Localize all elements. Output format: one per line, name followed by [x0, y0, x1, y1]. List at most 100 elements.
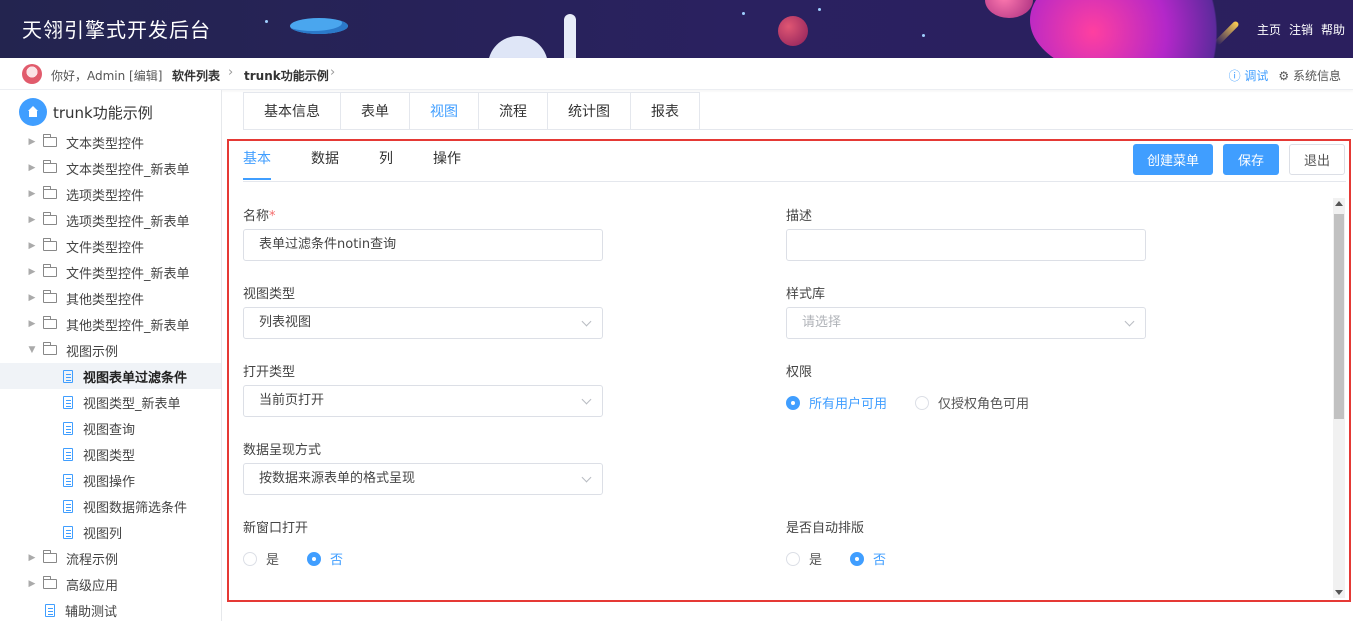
vertical-scrollbar[interactable]: [1333, 198, 1345, 598]
caret-down-icon[interactable]: ▼: [27, 345, 37, 355]
caret-right-icon[interactable]: ▶: [27, 319, 37, 329]
star-decoration: [922, 34, 925, 37]
tab-statistics[interactable]: 统计图: [547, 92, 630, 130]
sidebar-item[interactable]: 视图列: [0, 519, 221, 545]
document-icon: [63, 369, 73, 383]
home-link[interactable]: 主页: [1257, 21, 1281, 38]
folder-open-icon: [43, 342, 57, 355]
sidebar-item[interactable]: ▼ 视图示例: [0, 337, 221, 363]
user-greeting[interactable]: 你好，Admin [编辑]: [51, 67, 162, 84]
sidebar-item[interactable]: 视图查询: [0, 415, 221, 441]
tab-view[interactable]: 视图: [409, 92, 478, 130]
name-input[interactable]: 表单过滤条件notin查询: [243, 229, 603, 261]
sidebar-item[interactable]: ▶ 文本类型控件: [0, 129, 221, 155]
sidebar-item[interactable]: 辅助测试: [0, 597, 221, 621]
open-type-select[interactable]: 当前页打开: [243, 385, 603, 417]
planet-decoration: [985, 0, 1033, 18]
create-menu-button[interactable]: 创建菜单: [1133, 144, 1213, 175]
sidebar-item[interactable]: ▶ 文件类型控件_新表单: [0, 259, 221, 285]
planet-decoration: [778, 16, 808, 46]
caret-right-icon[interactable]: ▶: [27, 137, 37, 147]
sidebar-item-label: 选项类型控件: [66, 188, 145, 204]
presentation-label: 数据呈现方式: [243, 443, 322, 458]
tab-form[interactable]: 表单: [340, 92, 409, 130]
sidebar-item[interactable]: ▶ 其他类型控件_新表单: [0, 311, 221, 337]
document-icon: [63, 421, 73, 435]
presentation-select[interactable]: 按数据来源表单的格式呈现: [243, 463, 603, 495]
sidebar-item[interactable]: 视图数据筛选条件: [0, 493, 221, 519]
breadcrumb-bar: 你好，Admin [编辑] 软件列表 › trunk功能示例 › ⓘ 调试 ⚙ …: [0, 58, 1353, 90]
caret-right-icon[interactable]: ▶: [27, 163, 37, 173]
right-tools: ⓘ 调试 ⚙ 系统信息: [1229, 67, 1341, 84]
scrollbar-thumb[interactable]: [1334, 214, 1344, 419]
help-link[interactable]: 帮助: [1321, 21, 1345, 38]
caret-right-icon[interactable]: ▶: [27, 579, 37, 589]
avatar[interactable]: [22, 64, 42, 84]
caret-right-icon[interactable]: ▶: [27, 215, 37, 225]
lighthouse-decoration: [564, 14, 576, 58]
folder-icon: [43, 238, 57, 251]
blimp-decoration: [290, 18, 348, 34]
sidebar-item[interactable]: ▶ 选项类型控件: [0, 181, 221, 207]
document-icon: [63, 473, 73, 487]
style-library-select[interactable]: 请选择: [786, 307, 1146, 339]
tree-root[interactable]: trunk功能示例: [19, 98, 153, 126]
document-icon: [63, 395, 73, 409]
permission-authorized-roles-radio[interactable]: 仅授权角色可用: [915, 393, 1029, 412]
tab-report[interactable]: 报表: [630, 92, 700, 130]
subtab-data[interactable]: 数据: [311, 141, 339, 180]
breadcrumb-current[interactable]: trunk功能示例: [244, 67, 329, 84]
sidebar-item[interactable]: 视图类型_新表单: [0, 389, 221, 415]
sidebar-item[interactable]: ▶ 选项类型控件_新表单: [0, 207, 221, 233]
sidebar-item[interactable]: ▶ 文件类型控件: [0, 233, 221, 259]
caret-right-icon[interactable]: ▶: [27, 267, 37, 277]
auto-layout-no-radio[interactable]: 否: [850, 549, 886, 568]
sidebar-item[interactable]: ▶ 高级应用: [0, 571, 221, 597]
tab-basic-info[interactable]: 基本信息: [243, 92, 340, 130]
view-type-select[interactable]: 列表视图: [243, 307, 603, 339]
sidebar-item-label: 高级应用: [66, 578, 119, 594]
sidebar-item[interactable]: 视图表单过滤条件: [0, 363, 221, 389]
sidebar-item[interactable]: ▶ 其他类型控件: [0, 285, 221, 311]
save-button[interactable]: 保存: [1223, 144, 1279, 175]
new-window-no-radio[interactable]: 否: [307, 549, 343, 568]
caret-right-icon[interactable]: ▶: [27, 553, 37, 563]
caret-right-icon[interactable]: ▶: [27, 189, 37, 199]
description-label: 描述: [786, 209, 813, 224]
exit-button[interactable]: 退出: [1289, 144, 1345, 175]
logout-link[interactable]: 注销: [1289, 21, 1313, 38]
subtab-columns[interactable]: 列: [379, 141, 393, 180]
caret-right-icon[interactable]: ▶: [27, 241, 37, 251]
module-tabs: 基本信息 表单 视图 流程 统计图 报表: [243, 92, 700, 130]
description-input[interactable]: [786, 229, 1146, 261]
chevron-down-icon: [581, 394, 592, 405]
scroll-up-icon[interactable]: [1335, 201, 1343, 206]
sidebar-item-label: 文件类型控件: [66, 240, 145, 256]
new-window-radio-group: 是 否: [243, 549, 371, 568]
folder-icon: [43, 186, 57, 199]
sub-tabs: 基本 数据 列 操作: [243, 141, 501, 182]
star-decoration: [742, 12, 745, 15]
home-icon: [19, 98, 47, 126]
tab-flow[interactable]: 流程: [478, 92, 547, 130]
subtab-actions[interactable]: 操作: [433, 141, 461, 180]
sidebar-item[interactable]: ▶ 文本类型控件_新表单: [0, 155, 221, 181]
document-icon: [63, 447, 73, 461]
sidebar-item[interactable]: ▶ 流程示例: [0, 545, 221, 571]
new-window-yes-radio[interactable]: 是: [243, 549, 279, 568]
sidebar-item[interactable]: 视图操作: [0, 467, 221, 493]
style-library-placeholder: 请选择: [802, 315, 842, 330]
system-info-link[interactable]: ⚙ 系统信息: [1278, 67, 1341, 84]
folder-icon: [43, 264, 57, 277]
radio-checked-icon: [786, 395, 800, 410]
subtabs-divider: [243, 181, 1346, 182]
debug-link[interactable]: ⓘ 调试: [1229, 67, 1269, 84]
sidebar-item[interactable]: 视图类型: [0, 441, 221, 467]
auto-layout-yes-radio[interactable]: 是: [786, 549, 822, 568]
breadcrumb-software-list[interactable]: 软件列表: [172, 67, 220, 84]
caret-right-icon[interactable]: ▶: [27, 293, 37, 303]
scroll-down-icon[interactable]: [1335, 590, 1343, 595]
permission-all-users-radio[interactable]: 所有用户可用: [786, 393, 887, 412]
subtab-basic[interactable]: 基本: [243, 141, 271, 180]
sidebar-item-label: 视图类型: [83, 448, 136, 464]
